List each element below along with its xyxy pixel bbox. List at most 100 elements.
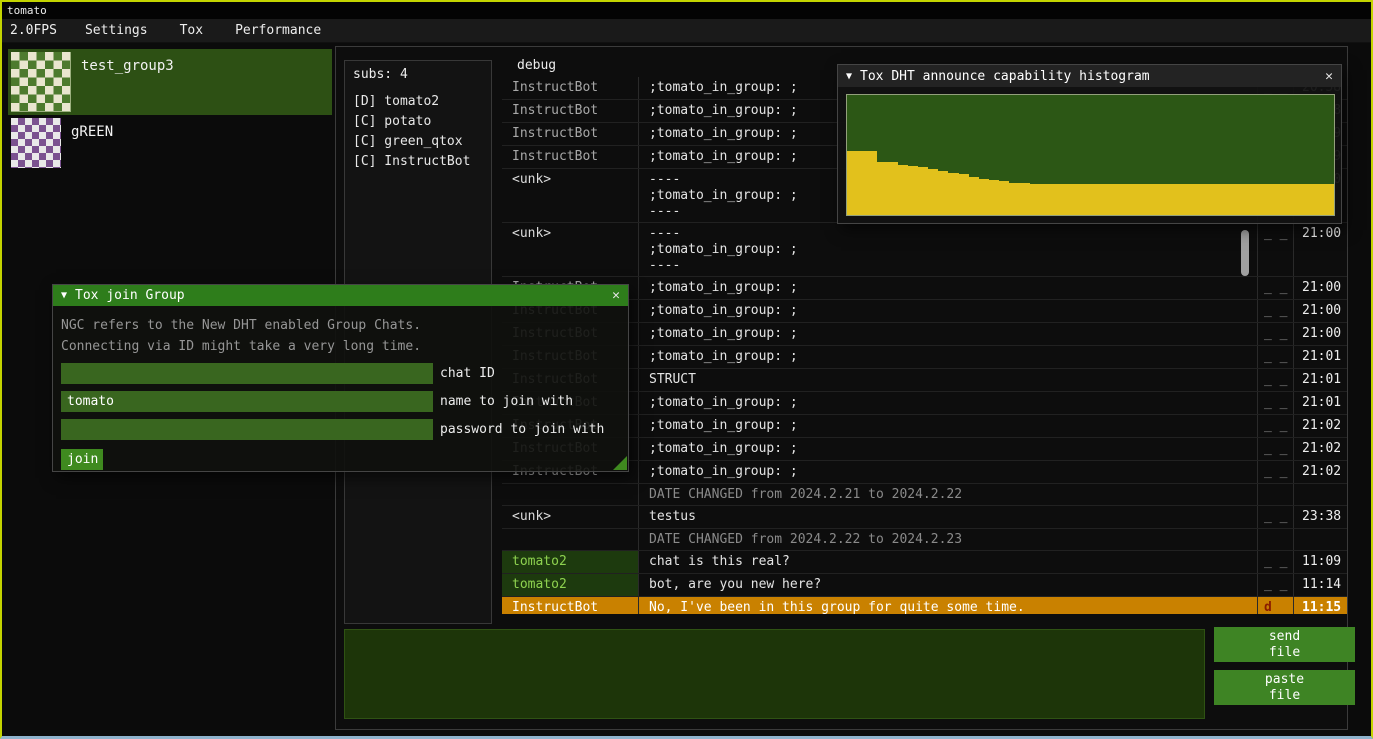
message-flags: _ _: [1257, 223, 1293, 276]
message-timestamp: 11:14: [1293, 574, 1347, 596]
close-icon[interactable]: ✕: [1325, 69, 1333, 84]
group-name: gREEN: [71, 124, 113, 140]
subs-list-item[interactable]: [D] tomato2: [353, 92, 491, 112]
histogram-bar: [1141, 184, 1151, 215]
join-password-label: password to join with: [440, 422, 604, 437]
histogram-bar: [989, 180, 999, 215]
histogram-bar: [1101, 184, 1111, 215]
message-author: InstructBot: [502, 123, 639, 145]
message-timestamp: 21:02: [1293, 438, 1347, 460]
message-text: ;tomato_in_group: ;: [639, 415, 1257, 437]
histogram-bar: [928, 169, 938, 215]
message-flags: _ _: [1257, 506, 1293, 528]
message-timestamp: 21:00: [1293, 277, 1347, 299]
message-row[interactable]: InstructBotNo, I've been in this group f…: [502, 597, 1347, 614]
message-timestamp: 21:00: [1293, 323, 1347, 345]
histogram-bar: [999, 181, 1009, 215]
histogram-bar: [1232, 184, 1242, 215]
histogram-bar: [1111, 184, 1121, 215]
group-avatar: [11, 118, 61, 168]
chat-id-label: chat ID: [440, 366, 495, 381]
join-info-line2: Connecting via ID might take a very long…: [61, 337, 620, 356]
message-timestamp: 11:09: [1293, 551, 1347, 573]
histogram-bar: [969, 177, 979, 215]
date-separator-row[interactable]: DATE CHANGED from 2024.2.21 to 2024.2.22: [502, 484, 1347, 506]
group-avatar: [11, 52, 71, 112]
join-group-window-title: Tox join Group: [75, 288, 185, 303]
histogram-bar: [1303, 184, 1313, 215]
message-flags: _ _: [1257, 438, 1293, 460]
close-icon[interactable]: ✕: [612, 288, 620, 303]
paste-file-button[interactable]: paste file: [1214, 670, 1355, 705]
message-flags: [1257, 484, 1293, 505]
histogram-bar: [847, 151, 857, 215]
menubar: 2.0FPS Settings Tox Performance: [2, 19, 1371, 43]
group-list-item-test_group3[interactable]: test_group3: [8, 49, 332, 115]
group-list-item-green[interactable]: gREEN: [8, 115, 332, 173]
dht-histogram-window-title: Tox DHT announce capability histogram: [860, 69, 1150, 84]
histogram-bar: [1263, 184, 1273, 215]
join-info-line1: NGC refers to the New DHT enabled Group …: [61, 316, 620, 335]
join-group-window-titlebar[interactable]: ▼ Tox join Group ✕: [53, 285, 628, 306]
join-name-label: name to join with: [440, 394, 573, 409]
subs-list-item[interactable]: [C] potato: [353, 112, 491, 132]
histogram-bar: [1030, 184, 1040, 215]
resize-grip[interactable]: [613, 456, 627, 470]
window-titlebar: tomato: [2, 2, 1371, 19]
menu-item-tox[interactable]: Tox: [164, 23, 219, 38]
subs-list-item[interactable]: [C] green_qtox: [353, 132, 491, 152]
subs-list: [D] tomato2[C] potato[C] green_qtox[C] I…: [353, 92, 491, 172]
message-text: chat is this real?: [639, 551, 1257, 573]
message-row[interactable]: tomato2bot, are you new here?_ _11:14: [502, 574, 1347, 597]
join-name-input[interactable]: [61, 391, 433, 412]
histogram-bar: [1202, 184, 1212, 215]
histogram-bar: [857, 151, 867, 215]
chat-scrollbar[interactable]: [1241, 230, 1249, 276]
histogram-bar: [1009, 183, 1019, 215]
collapse-arrow-icon[interactable]: ▼: [846, 71, 852, 82]
chat-id-input[interactable]: [61, 363, 433, 384]
join-password-input[interactable]: [61, 419, 433, 440]
message-flags: _ _: [1257, 415, 1293, 437]
message-author: [502, 484, 639, 505]
menu-item-settings[interactable]: Settings: [69, 23, 164, 38]
fps-counter: 2.0FPS: [2, 23, 69, 38]
date-separator-row[interactable]: DATE CHANGED from 2024.2.22 to 2024.2.23: [502, 529, 1347, 551]
send-file-button[interactable]: send file: [1214, 627, 1355, 662]
message-row[interactable]: tomato2chat is this real?_ _11:09: [502, 551, 1347, 574]
histogram-bar: [918, 167, 928, 215]
message-row[interactable]: <unk>---- ;tomato_in_group: ; ----_ _21:…: [502, 223, 1347, 277]
join-button[interactable]: join: [61, 449, 103, 470]
histogram-bar: [1313, 184, 1323, 215]
histogram-bar: [1283, 184, 1293, 215]
chat-id-field-row: chat ID: [61, 363, 620, 384]
message-timestamp: 21:01: [1293, 369, 1347, 391]
join-group-window-body: NGC refers to the New DHT enabled Group …: [53, 306, 628, 478]
menu-item-performance[interactable]: Performance: [219, 23, 337, 38]
app-window: tomato 2.0FPS Settings Tox Performance t…: [0, 0, 1373, 739]
message-author: InstructBot: [502, 146, 639, 168]
dht-histogram-window-titlebar[interactable]: ▼ Tox DHT announce capability histogram …: [838, 65, 1341, 87]
message-text: DATE CHANGED from 2024.2.22 to 2024.2.23: [639, 529, 1257, 550]
message-row[interactable]: <unk>testus_ _23:38: [502, 506, 1347, 529]
message-timestamp: [1293, 529, 1347, 550]
message-flags: _ _: [1257, 574, 1293, 596]
message-timestamp: 21:02: [1293, 415, 1347, 437]
histogram-bar: [1222, 184, 1232, 215]
message-timestamp: 21:00: [1293, 300, 1347, 322]
histogram-bar: [1080, 184, 1090, 215]
subs-list-item[interactable]: [C] InstructBot: [353, 152, 491, 172]
message-text: DATE CHANGED from 2024.2.21 to 2024.2.22: [639, 484, 1257, 505]
message-timestamp: 21:01: [1293, 392, 1347, 414]
tab-debug[interactable]: debug: [503, 54, 570, 77]
message-text: ;tomato_in_group: ;: [639, 300, 1257, 322]
message-text: ;tomato_in_group: ;: [639, 277, 1257, 299]
message-input[interactable]: [344, 629, 1205, 719]
message-author: <unk>: [502, 223, 639, 276]
histogram-bar: [1131, 184, 1141, 215]
histogram-bar: [1182, 184, 1192, 215]
message-text: bot, are you new here?: [639, 574, 1257, 596]
collapse-arrow-icon[interactable]: ▼: [61, 290, 67, 301]
histogram-bar: [867, 151, 877, 215]
message-text: ;tomato_in_group: ;: [639, 392, 1257, 414]
